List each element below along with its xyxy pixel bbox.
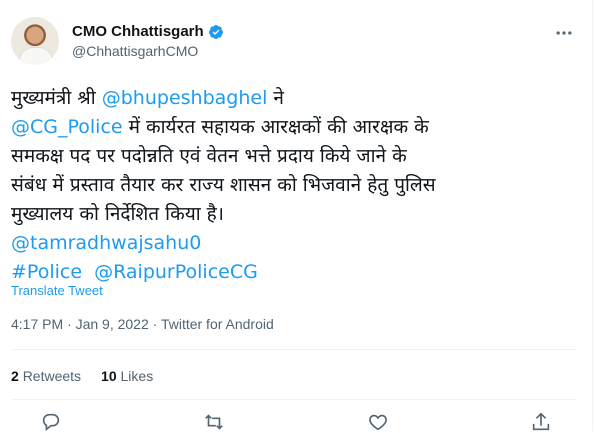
tweet-stats: 2 Retweets 10 Likes bbox=[11, 368, 153, 384]
author-handle[interactable]: @ChhattisgarhCMO bbox=[72, 43, 198, 59]
share-icon[interactable] bbox=[530, 411, 552, 433]
likes-label: Likes bbox=[120, 368, 154, 384]
tweet-line-4: संबंध में प्रस्ताव तैयार कर राज्य शासन क… bbox=[11, 174, 436, 196]
verified-badge-icon bbox=[208, 24, 223, 39]
tweet-text-segment: में कार्यरत सहायक आरक्षकों की आरक्षक के bbox=[122, 116, 429, 138]
likes-count: 10 bbox=[101, 368, 117, 384]
retweets-label: Retweets bbox=[22, 368, 82, 384]
tweet-line-2: @CG_Police में कार्यरत सहायक आरक्षकों की… bbox=[11, 113, 577, 142]
mention-link[interactable]: @bhupeshbaghel bbox=[102, 87, 268, 109]
likes-stat[interactable]: 10 Likes bbox=[101, 368, 153, 384]
tweet-text: मुख्यमंत्री श्री @bhupeshbaghel ने @CG_P… bbox=[11, 84, 577, 287]
tweet-card: CMO Chhattisgarh @ChhattisgarhCMO मुख्यम… bbox=[0, 0, 593, 433]
like-icon[interactable] bbox=[367, 411, 389, 433]
translate-tweet-link[interactable]: Translate Tweet bbox=[11, 283, 103, 298]
author-name-row[interactable]: CMO Chhattisgarh bbox=[72, 23, 224, 40]
reply-icon[interactable] bbox=[40, 411, 62, 433]
tweet-text-segment: मुख्यमंत्री श्री bbox=[11, 87, 102, 109]
retweets-count: 2 bbox=[11, 368, 19, 384]
author-display-name[interactable]: CMO Chhattisgarh bbox=[72, 23, 204, 40]
divider bbox=[11, 399, 576, 400]
tweet-timestamp[interactable]: 4:17 PM · Jan 9, 2022 · Twitter for Andr… bbox=[11, 316, 274, 332]
mention-link[interactable]: @CG_Police bbox=[11, 116, 123, 138]
tweet-text-segment: ने bbox=[267, 87, 284, 109]
mention-link[interactable]: @RaipurPoliceCG bbox=[94, 261, 258, 283]
tweet-line-6: @tamradhwajsahu0 bbox=[11, 229, 577, 258]
tweet-line-1: मुख्यमंत्री श्री @bhupeshbaghel ने bbox=[11, 84, 577, 113]
hashtag-link[interactable]: #Police bbox=[11, 261, 82, 283]
tweet-actions bbox=[40, 411, 552, 433]
avatar[interactable] bbox=[11, 17, 59, 65]
tweet-line-3: समकक्ष पद पर पदोन्नति एवं वेतन भत्ते प्र… bbox=[11, 145, 407, 167]
divider bbox=[11, 349, 576, 350]
tweet-line-5: मुख्यालय को निर्देशित किया है। bbox=[11, 203, 224, 225]
more-options-icon[interactable] bbox=[554, 23, 574, 48]
ellipsis-icon bbox=[556, 31, 572, 35]
retweets-stat[interactable]: 2 Retweets bbox=[11, 368, 81, 384]
mention-link[interactable]: @tamradhwajsahu0 bbox=[11, 232, 201, 254]
retweet-icon[interactable] bbox=[203, 411, 225, 433]
avatar-shirt bbox=[19, 47, 53, 65]
